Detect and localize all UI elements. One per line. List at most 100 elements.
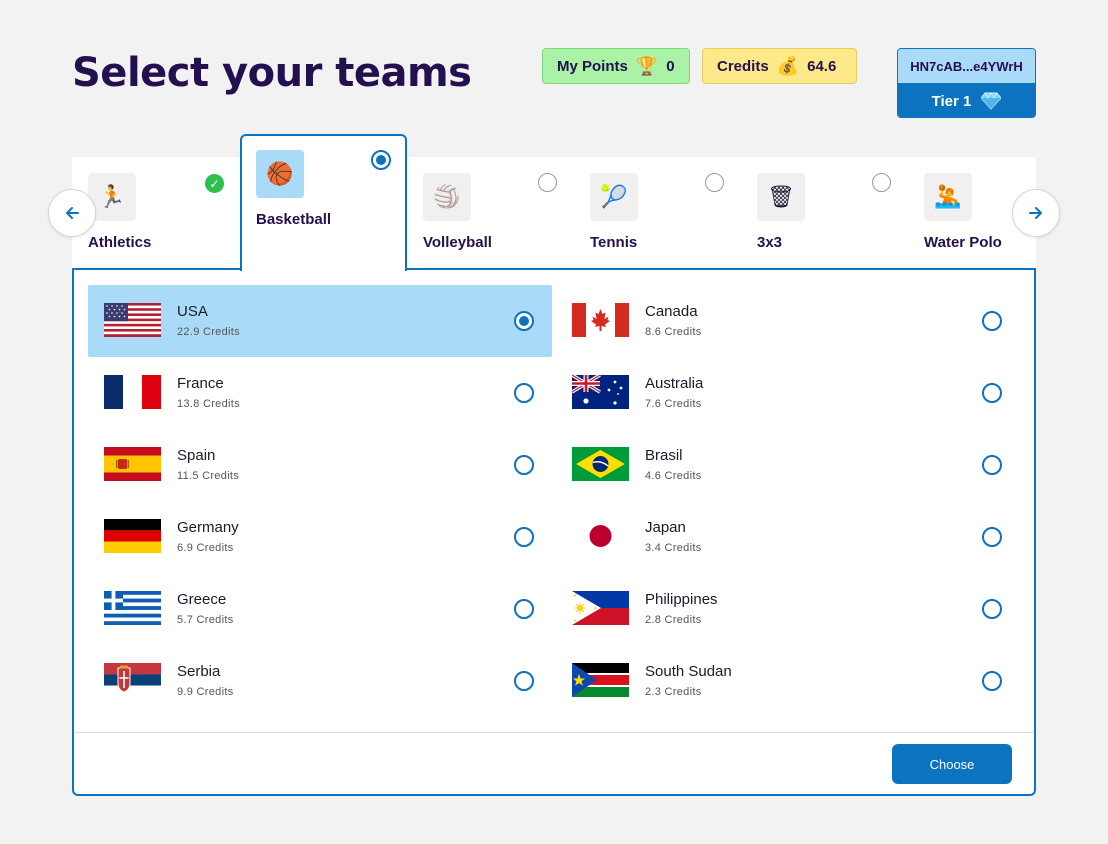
- tab-radio[interactable]: [872, 173, 891, 192]
- team-credits: 11.5 Credits: [177, 470, 240, 482]
- team-radio[interactable]: [514, 383, 534, 403]
- tab-radio[interactable]: [705, 173, 724, 192]
- team-option-brasil[interactable]: Brasil 4.6 Credits: [556, 429, 1020, 501]
- wallet-button[interactable]: HN7cAB...e4YWrH Tier 1: [897, 48, 1036, 118]
- team-credits: 22.9 Credits: [177, 326, 240, 338]
- france-flag-icon: [104, 375, 161, 409]
- team-credits: 9.9 Credits: [177, 686, 234, 698]
- team-name: France: [177, 375, 224, 392]
- team-radio[interactable]: [514, 527, 534, 547]
- team-credits: 2.8 Credits: [645, 614, 702, 626]
- team-option-germany[interactable]: Germany 6.9 Credits: [88, 501, 552, 573]
- basketball-icon: 🏀: [256, 150, 304, 198]
- team-option-spain[interactable]: Spain 11.5 Credits: [88, 429, 552, 501]
- team-option-philippines[interactable]: Philippines 2.8 Credits: [556, 573, 1020, 645]
- south-sudan-flag-icon: [572, 663, 629, 697]
- team-option-australia[interactable]: Australia 7.6 Credits: [556, 357, 1020, 429]
- canada-flag-icon: [572, 303, 629, 337]
- tab-basketball[interactable]: 🏀 Basketball: [240, 134, 407, 271]
- team-name: USA: [177, 303, 208, 320]
- team-option-japan[interactable]: Japan 3.4 Credits: [556, 501, 1020, 573]
- tab-radio-selected[interactable]: [371, 150, 391, 170]
- team-option-france[interactable]: France 13.8 Credits: [88, 357, 552, 429]
- team-radio[interactable]: [982, 599, 1002, 619]
- team-radio[interactable]: [514, 599, 534, 619]
- team-name: Germany: [177, 519, 239, 536]
- team-radio[interactable]: [982, 671, 1002, 691]
- choose-button[interactable]: Choose: [892, 744, 1012, 784]
- footer-divider: [74, 732, 1034, 733]
- greece-flag-icon: [104, 591, 161, 625]
- team-credits: 8.6 Credits: [645, 326, 702, 338]
- tennis-icon: 🎾: [590, 173, 638, 221]
- credits-value: 64.6: [807, 57, 837, 75]
- serbia-flag-icon: [104, 663, 161, 697]
- tier-badge: Tier 1: [898, 83, 1035, 117]
- team-radio[interactable]: [514, 455, 534, 475]
- money-bag-icon: 💰: [776, 56, 800, 76]
- diamond-icon: [981, 92, 1002, 110]
- my-points-badge: My Points 🏆 0: [542, 48, 690, 84]
- team-radio-selected[interactable]: [514, 311, 534, 331]
- team-credits: 7.6 Credits: [645, 398, 702, 410]
- team-name: Australia: [645, 375, 704, 392]
- team-name: Serbia: [177, 663, 221, 680]
- team-selection-panel: USA 22.9 Credits Canada 8.6 Credits Fran…: [72, 268, 1036, 796]
- check-icon: ✓: [205, 174, 224, 193]
- team-radio[interactable]: [982, 527, 1002, 547]
- tab-label: Water Polo: [924, 234, 1002, 251]
- team-name: Japan: [645, 519, 686, 536]
- team-credits: 6.9 Credits: [177, 542, 234, 554]
- team-radio[interactable]: [982, 383, 1002, 403]
- tab-label: Volleyball: [423, 234, 492, 251]
- team-credits: 2.3 Credits: [645, 686, 702, 698]
- spain-flag-icon: [104, 447, 161, 481]
- team-credits: 4.6 Credits: [645, 470, 702, 482]
- team-name: Canada: [645, 303, 698, 320]
- points-label: My Points: [557, 57, 628, 75]
- philippines-flag-icon: [572, 591, 629, 625]
- trophy-icon: 🏆: [635, 56, 659, 76]
- team-radio[interactable]: [514, 671, 534, 691]
- team-option-greece[interactable]: Greece 5.7 Credits: [88, 573, 552, 645]
- germany-flag-icon: [104, 519, 161, 553]
- arrow-left-icon: [66, 207, 79, 219]
- tab-athletics[interactable]: 🏃 ✓ Athletics: [72, 157, 239, 270]
- tab-label: Basketball: [256, 211, 332, 228]
- tab-label: Athletics: [88, 234, 152, 251]
- tab-label: Tennis: [590, 234, 638, 251]
- tab-radio[interactable]: [538, 173, 557, 192]
- team-option-usa[interactable]: USA 22.9 Credits: [88, 285, 552, 357]
- tab-3x3[interactable]: 🗑 3x3: [741, 157, 908, 270]
- credits-label: Credits: [717, 57, 769, 75]
- usa-flag-icon: [104, 303, 161, 337]
- tab-label: 3x3: [757, 234, 783, 251]
- team-option-south-sudan[interactable]: South Sudan 2.3 Credits: [556, 645, 1020, 717]
- wallet-address: HN7cAB...e4YWrH: [898, 49, 1035, 83]
- team-name: Greece: [177, 591, 227, 608]
- sport-tabs: 🏃 ✓ Athletics 🏀 Basketball 🏐 Volleyball …: [72, 134, 1036, 271]
- arrow-right-icon: [1029, 207, 1042, 219]
- tab-volleyball[interactable]: 🏐 Volleyball: [407, 157, 574, 270]
- team-option-serbia[interactable]: Serbia 9.9 Credits: [88, 645, 552, 717]
- next-sports-button[interactable]: [1012, 189, 1060, 237]
- team-name: Brasil: [645, 447, 683, 464]
- team-option-canada[interactable]: Canada 8.6 Credits: [556, 285, 1020, 357]
- tab-tennis[interactable]: 🎾 Tennis: [574, 157, 741, 270]
- tier-label: Tier 1: [931, 92, 972, 110]
- japan-flag-icon: [572, 519, 629, 553]
- australia-flag-icon: [572, 375, 629, 409]
- previous-sports-button[interactable]: [48, 189, 96, 237]
- credits-badge: Credits 💰 64.6: [702, 48, 857, 84]
- basket-icon: 🗑: [757, 173, 805, 221]
- team-credits: 13.8 Credits: [177, 398, 240, 410]
- team-radio[interactable]: [982, 455, 1002, 475]
- brazil-flag-icon: [572, 447, 629, 481]
- page-title: Select your teams: [72, 50, 472, 96]
- team-name: South Sudan: [645, 663, 732, 680]
- volleyball-icon: 🏐: [423, 173, 471, 221]
- team-radio[interactable]: [982, 311, 1002, 331]
- team-name: Spain: [177, 447, 216, 464]
- points-value: 0: [666, 57, 675, 75]
- team-credits: 5.7 Credits: [177, 614, 234, 626]
